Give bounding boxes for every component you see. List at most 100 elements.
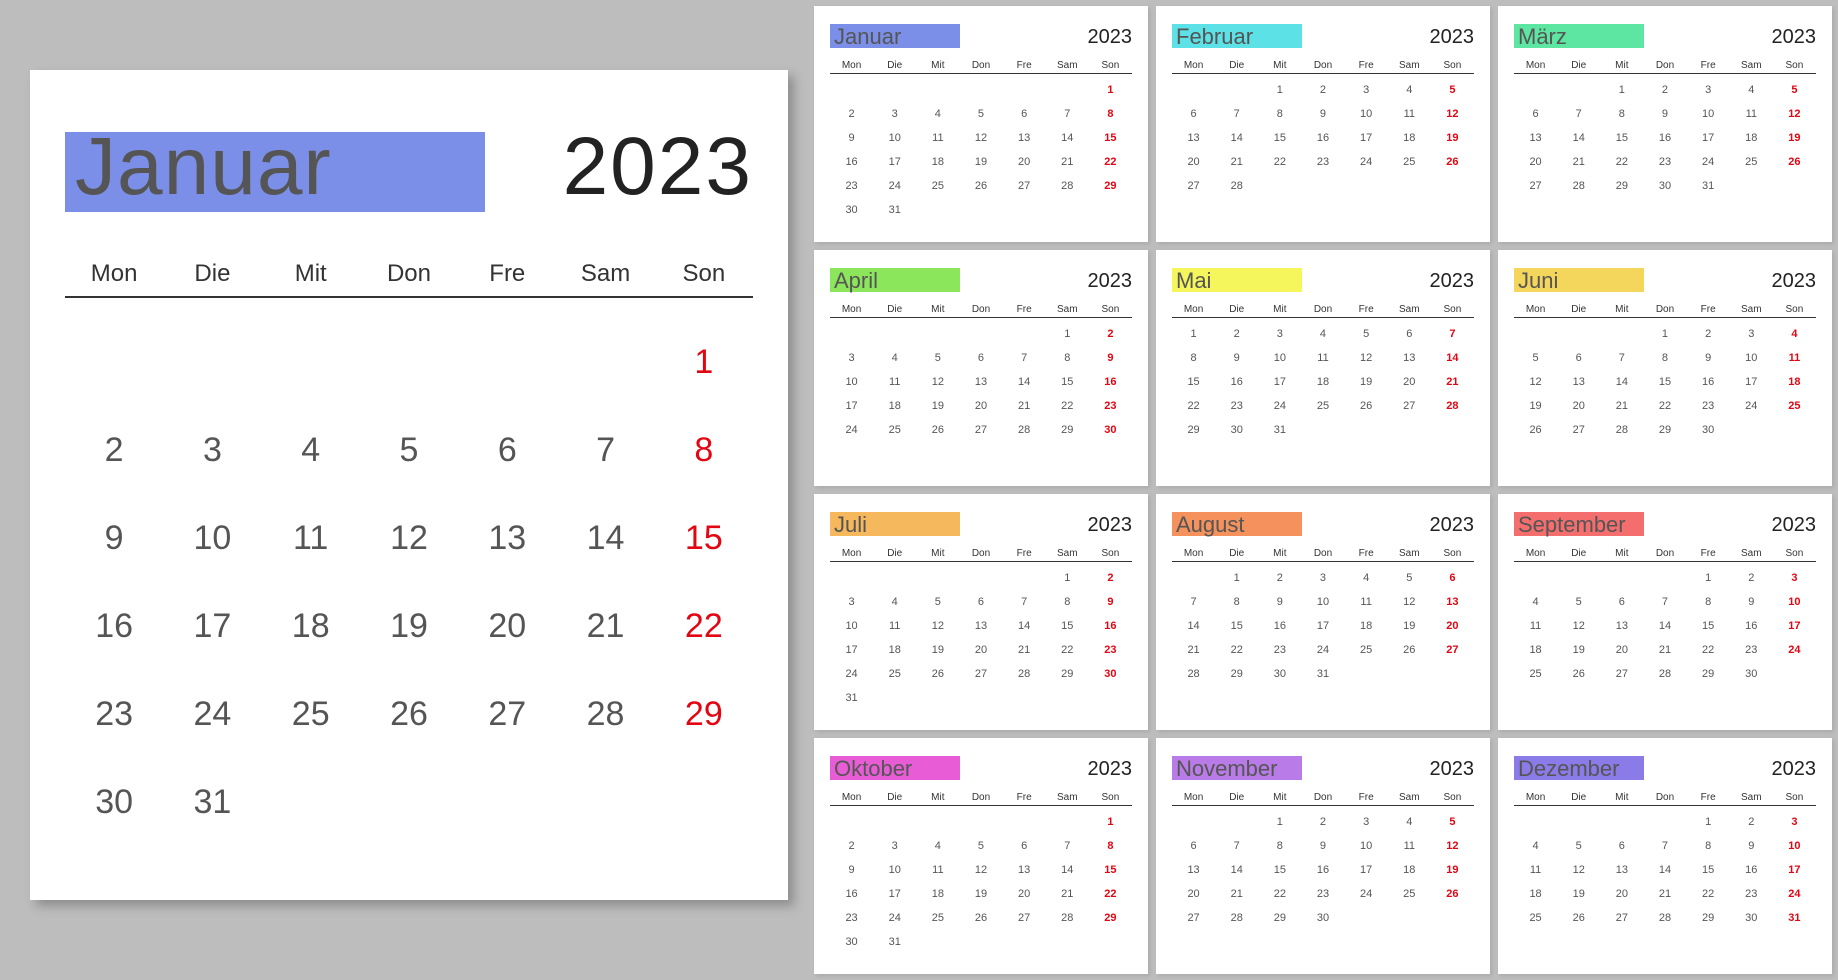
calendar-day: 25 — [916, 912, 959, 924]
calendar-day: 5 — [916, 596, 959, 608]
calendar-day: 13 — [1388, 352, 1431, 364]
calendar-day: 23 — [1089, 644, 1132, 656]
calendar-day: 21 — [1600, 400, 1643, 412]
calendar-day: 25 — [873, 424, 916, 436]
calendar-day: 13 — [1003, 132, 1046, 144]
calendar-day: 15 — [1258, 864, 1301, 876]
calendar-day: 18 — [262, 607, 360, 646]
calendar-day: 11 — [916, 864, 959, 876]
calendar-day: 8 — [1046, 596, 1089, 608]
mini-dow-row: MonDieMitDonFreSamSon — [830, 548, 1132, 562]
calendar-week: 45678910 — [1514, 834, 1816, 858]
calendar-day: 21 — [1557, 156, 1600, 168]
calendar-day: 17 — [830, 644, 873, 656]
calendar-day: 12 — [360, 519, 458, 558]
calendar-day: 1 — [1687, 572, 1730, 584]
calendar-day: 26 — [360, 695, 458, 734]
calendar-day: 28 — [1643, 668, 1686, 680]
calendar-day: 30 — [1687, 424, 1730, 436]
mini-year: 2023 — [1088, 758, 1133, 781]
calendar-week: 12 — [830, 566, 1132, 590]
calendar-day: 4 — [1388, 816, 1431, 828]
calendar-week: 16171819202122 — [830, 150, 1132, 174]
calendar-day: 24 — [1773, 888, 1816, 900]
calendar-day: 24 — [1301, 644, 1344, 656]
calendar-day: 25 — [916, 180, 959, 192]
calendar-day: 12 — [916, 376, 959, 388]
mini-year: 2023 — [1430, 26, 1475, 49]
calendar-day: 10 — [873, 864, 916, 876]
calendar-day: 17 — [1773, 620, 1816, 632]
calendar-day: 15 — [1600, 132, 1643, 144]
calendar-week: 78910111213 — [1172, 590, 1474, 614]
calendar-day: 27 — [1557, 424, 1600, 436]
calendar-week: 891011121314 — [1172, 346, 1474, 370]
calendar-day: 7 — [1003, 596, 1046, 608]
calendar-day: 27 — [959, 424, 1002, 436]
calendar-day: 9 — [830, 132, 873, 144]
mini-dow-row: MonDieMitDonFreSamSon — [1514, 548, 1816, 562]
calendar-day: 14 — [1003, 376, 1046, 388]
calendar-day: 20 — [1172, 888, 1215, 900]
mini-dow-row: MonDieMitDonFreSamSon — [1172, 792, 1474, 806]
calendar-day: 3 — [1301, 572, 1344, 584]
calendar-day: 6 — [458, 431, 556, 470]
calendar-day: 27 — [1431, 644, 1474, 656]
calendar-day: 24 — [1730, 400, 1773, 412]
calendar-day: 16 — [1089, 620, 1132, 632]
calendar-day: 16 — [1687, 376, 1730, 388]
calendar-day: 22 — [1600, 156, 1643, 168]
calendar-day: 20 — [1514, 156, 1557, 168]
calendar-day: 28 — [1003, 668, 1046, 680]
calendar-day: 6 — [959, 596, 1002, 608]
calendar-day: 2 — [1730, 816, 1773, 828]
calendar-day: 4 — [1730, 84, 1773, 96]
calendar-day: 14 — [1643, 864, 1686, 876]
mini-month-name: Juli — [830, 512, 867, 538]
calendar-day: 31 — [830, 692, 873, 704]
calendar-day: 21 — [1215, 888, 1258, 900]
calendar-day: 3 — [1773, 572, 1816, 584]
calendar-day: 12 — [1557, 620, 1600, 632]
calendar-day: 8 — [1172, 352, 1215, 364]
calendar-day: 20 — [1172, 156, 1215, 168]
calendar-day: 6 — [1388, 328, 1431, 340]
calendar-week: 11121314151617 — [1514, 858, 1816, 882]
calendar-week: 27282930 — [1172, 906, 1474, 930]
calendar-day: 11 — [262, 519, 360, 558]
calendar-day: 2 — [1687, 328, 1730, 340]
calendar-day: 15 — [1089, 864, 1132, 876]
calendar-week: 14151617181920 — [1172, 614, 1474, 638]
calendar-day: 2 — [1089, 572, 1132, 584]
calendar-day: 30 — [1258, 668, 1301, 680]
calendar-day: 11 — [873, 376, 916, 388]
calendar-week: 6789101112 — [1172, 834, 1474, 858]
calendar-day: 15 — [1643, 376, 1686, 388]
mini-month-oktober: Oktober2023MonDieMitDonFreSamSon12345678… — [814, 738, 1148, 974]
calendar-day: 19 — [959, 156, 1002, 168]
calendar-day: 28 — [1046, 912, 1089, 924]
mini-month-name: Februar — [1172, 24, 1253, 50]
calendar-week: 2728293031 — [1514, 174, 1816, 198]
calendar-day: 10 — [1345, 840, 1388, 852]
calendar-day: 7 — [1557, 108, 1600, 120]
calendar-day: 16 — [1089, 376, 1132, 388]
calendar-day: 20 — [1003, 156, 1046, 168]
calendar-day: 22 — [1089, 156, 1132, 168]
calendar-day: 12 — [1514, 376, 1557, 388]
calendar-day: 15 — [1687, 864, 1730, 876]
calendar-day: 15 — [1046, 376, 1089, 388]
calendar-day: 12 — [1388, 596, 1431, 608]
calendar-day: 12 — [916, 620, 959, 632]
mini-year: 2023 — [1772, 514, 1817, 537]
calendar-day: 11 — [1514, 864, 1557, 876]
calendar-day: 13 — [458, 519, 556, 558]
calendar-day: 3 — [1730, 328, 1773, 340]
calendar-day: 27 — [1003, 180, 1046, 192]
calendar-week: 123 — [1514, 810, 1816, 834]
mini-month-märz: März2023MonDieMitDonFreSamSon12345678910… — [1498, 6, 1832, 242]
calendar-day: 30 — [830, 936, 873, 948]
calendar-day: 18 — [873, 644, 916, 656]
calendar-day: 6 — [1431, 572, 1474, 584]
calendar-day: 12 — [1431, 840, 1474, 852]
